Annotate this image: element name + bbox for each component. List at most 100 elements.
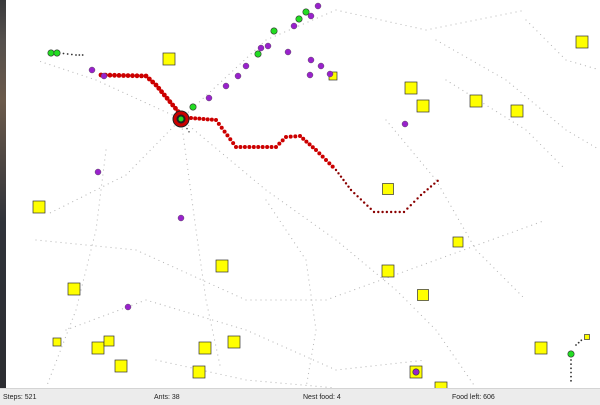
- home-pheromone-dot: [132, 167, 134, 169]
- home-pheromone-dot: [312, 359, 315, 361]
- home-pheromone-dot: [48, 378, 51, 380]
- home-pheromone-dot: [385, 119, 387, 121]
- ant-icon: [302, 8, 310, 16]
- food-pheromone-dot: [377, 210, 380, 214]
- home-pheromone-dot: [203, 137, 205, 139]
- home-pheromone-dot: [215, 147, 217, 149]
- home-pheromone-dot: [535, 222, 538, 225]
- ant-icon: [284, 48, 292, 56]
- food-pheromone-dot: [304, 139, 309, 144]
- home-pheromone-dot: [67, 70, 69, 72]
- home-pheromone-dot: [514, 288, 516, 290]
- home-pheromone-dot: [406, 269, 408, 272]
- food-source-icon: [534, 341, 548, 355]
- home-pheromone-dot: [209, 90, 212, 93]
- home-pheromone-dot: [90, 77, 92, 80]
- home-pheromone-dot: [208, 314, 210, 316]
- home-pheromone-dot: [272, 341, 274, 343]
- home-pheromone-dot: [391, 286, 393, 288]
- home-pheromone-dot: [78, 54, 81, 56]
- food-pheromone-dot: [197, 116, 202, 121]
- home-pheromone-dot: [199, 278, 201, 280]
- home-pheromone-dot: [225, 374, 227, 377]
- home-pheromone-dot: [345, 11, 347, 13]
- home-pheromone-dot: [67, 203, 69, 205]
- home-pheromone-dot: [183, 143, 186, 145]
- home-pheromone-dot: [95, 245, 97, 247]
- home-pheromone-dot: [312, 309, 314, 311]
- food-pheromone-dot: [216, 121, 221, 126]
- home-pheromone-dot: [365, 264, 367, 266]
- home-pheromone-dot: [98, 204, 100, 206]
- home-pheromone-dot: [202, 97, 204, 99]
- home-pheromone-dot: [219, 364, 221, 366]
- food-pheromone-dot: [372, 210, 376, 214]
- home-pheromone-dot: [326, 13, 328, 15]
- ant-icon: [254, 50, 262, 58]
- simulation-svg: [32, 2, 597, 388]
- ants-counter: Ants: 38: [154, 394, 180, 401]
- home-pheromone-dot: [58, 207, 60, 209]
- home-pheromone-dot: [310, 358, 312, 360]
- home-pheromone-dot: [532, 136, 534, 138]
- home-pheromone-dot: [273, 212, 276, 214]
- home-pheromone-dot: [575, 344, 577, 346]
- food-pheromone-dot: [423, 190, 426, 194]
- home-pheromone-dot: [189, 189, 192, 191]
- home-pheromone-dot: [158, 108, 160, 110]
- home-pheromone-dot: [483, 242, 485, 244]
- home-pheromone-dot: [275, 299, 277, 301]
- home-pheromone-dot: [169, 306, 171, 308]
- food-source-icon: [416, 99, 430, 113]
- food-pheromone-dot: [381, 210, 384, 214]
- home-pheromone-dot: [439, 41, 441, 44]
- home-pheromone-dot: [400, 362, 402, 364]
- food-pheromone-dot: [277, 141, 282, 146]
- home-pheromone-dot: [496, 74, 498, 76]
- home-pheromone-dot: [211, 144, 213, 146]
- home-pheromone-dot: [202, 316, 204, 318]
- home-pheromone-dot: [159, 139, 161, 141]
- home-pheromone-dot: [190, 274, 192, 276]
- home-pheromone-dot: [212, 334, 215, 336]
- home-pheromone-dot: [397, 273, 399, 275]
- home-pheromone-dot: [303, 355, 306, 357]
- home-pheromone-dot: [191, 128, 194, 130]
- home-pheromone-dot: [475, 19, 477, 21]
- home-pheromone-dot: [413, 153, 415, 155]
- home-pheromone-dot: [82, 279, 85, 281]
- ant-icon: [242, 62, 250, 70]
- home-pheromone-dot: [378, 280, 380, 282]
- home-pheromone-dot: [535, 104, 537, 106]
- home-pheromone-dot: [65, 329, 67, 331]
- home-pheromone-dot: [63, 341, 65, 343]
- home-pheromone-dot: [246, 56, 249, 58]
- home-pheromone-dot: [342, 245, 345, 247]
- home-pheromone-dot: [509, 82, 511, 84]
- home-pheromone-dot: [524, 95, 526, 97]
- home-pheromone-dot: [547, 151, 549, 153]
- home-pheromone-dot: [112, 181, 114, 183]
- home-pheromone-dot: [472, 383, 474, 385]
- food-pheromone-dot: [320, 154, 325, 159]
- home-pheromone-dot: [415, 27, 417, 29]
- home-pheromone-dot: [315, 329, 317, 331]
- home-pheromone-dot: [94, 234, 96, 236]
- food-pheromone-dot: [436, 179, 439, 183]
- home-pheromone-dot: [435, 179, 437, 181]
- home-pheromone-dot: [191, 199, 193, 201]
- home-pheromone-dot: [455, 214, 457, 216]
- home-pheromone-dot: [521, 295, 524, 298]
- home-pheromone-dot: [491, 108, 493, 110]
- home-pheromone-dot: [280, 382, 282, 384]
- home-pheromone-dot: [245, 299, 247, 301]
- food-pheromone-dot: [330, 164, 335, 169]
- home-pheromone-dot: [260, 380, 262, 382]
- home-pheromone-dot: [70, 53, 73, 56]
- simulation-canvas[interactable]: [6, 0, 600, 388]
- home-pheromone-dot: [145, 299, 147, 301]
- home-pheromone-dot: [85, 194, 87, 196]
- home-pheromone-dot: [117, 89, 119, 91]
- home-pheromone-dot: [452, 210, 455, 212]
- home-pheromone-dot: [72, 201, 74, 203]
